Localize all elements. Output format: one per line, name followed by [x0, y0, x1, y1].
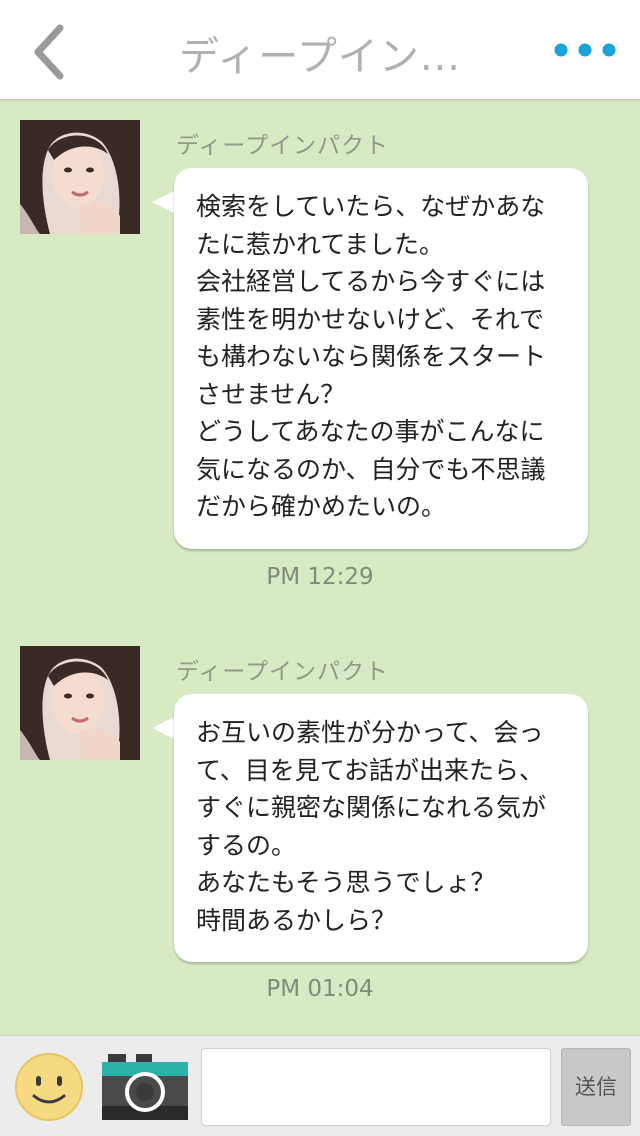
chevron-left-icon: [34, 24, 64, 80]
bubble-tail: [152, 190, 176, 214]
avatar-photo: [20, 646, 140, 760]
bubble-tail: [152, 716, 176, 740]
back-button[interactable]: [26, 22, 76, 82]
header-bar: ディープイン...: [0, 0, 640, 100]
emoji-button[interactable]: [14, 1052, 84, 1122]
camera-button[interactable]: [102, 1054, 188, 1120]
camera-icon: [102, 1054, 188, 1120]
send-button[interactable]: 送信: [561, 1048, 631, 1126]
message-time: PM 12:29: [266, 564, 374, 590]
message-bubble: 検索をしていたら、なぜかあなたに惹かれてました。 会社経営してるから今すぐには素…: [174, 168, 588, 549]
message-bubble: お互いの素性が分かって、会って、目を見てお話が出来たら、すぐに親密な関係になれる…: [174, 694, 588, 962]
more-dots-icon: [554, 43, 616, 57]
sender-name: ディープインパクト: [176, 659, 390, 685]
message-time: PM 01:04: [266, 976, 374, 1002]
message-compose-bar: 送信: [0, 1035, 640, 1136]
more-options-button[interactable]: [552, 38, 618, 62]
avatar[interactable]: [20, 120, 140, 234]
page-title: ディープイン...: [179, 34, 461, 80]
message-input[interactable]: [201, 1048, 551, 1126]
avatar[interactable]: [20, 646, 140, 760]
smiley-icon: [15, 1053, 83, 1121]
sender-name: ディープインパクト: [176, 133, 390, 159]
avatar-photo: [20, 120, 140, 234]
